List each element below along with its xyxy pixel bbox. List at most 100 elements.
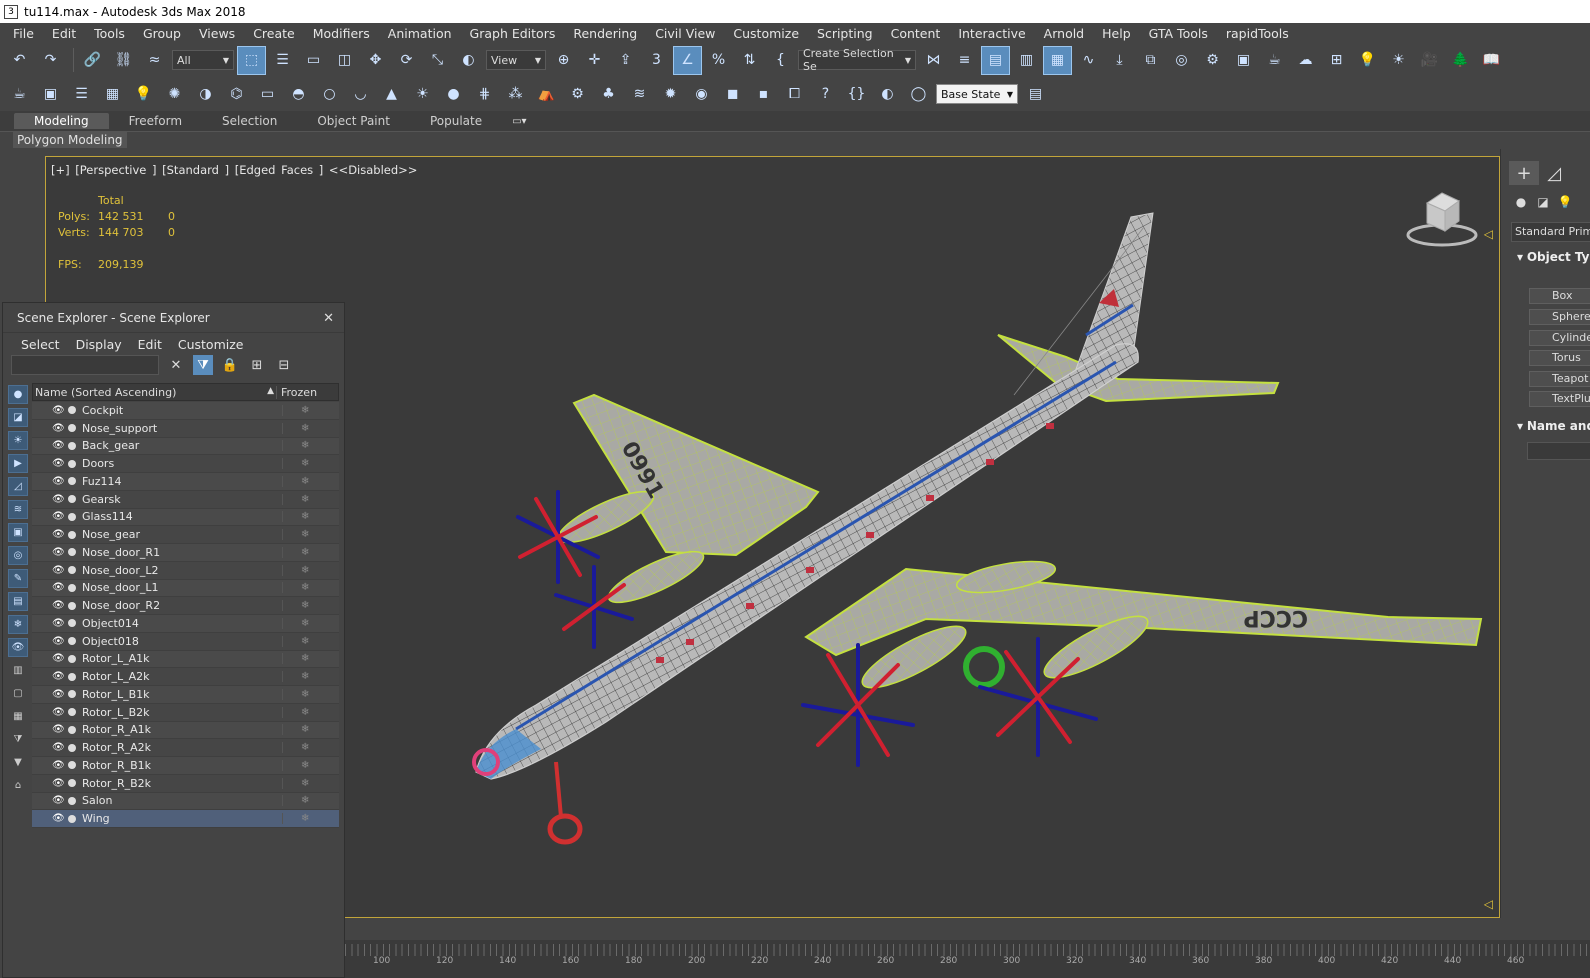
- render-toggle-icon[interactable]: [68, 654, 76, 663]
- particles-icon[interactable]: ⁂: [502, 81, 529, 108]
- name-and-color-rollout[interactable]: Name and Color: [1517, 419, 1590, 433]
- rendered-frame-window-icon[interactable]: ▣: [1230, 47, 1257, 74]
- scene-object-row[interactable]: 👁 Glass114 ❄: [32, 508, 339, 527]
- name-column-header[interactable]: Name (Sorted Ascending) ▲: [33, 385, 277, 399]
- scene-object-row[interactable]: 👁 Nose_door_R2 ❄: [32, 597, 339, 615]
- pivot-center-icon[interactable]: ⊕: [550, 47, 577, 74]
- menu-civil-view[interactable]: Civil View: [646, 26, 724, 41]
- scene-explorer-title-bar[interactable]: Scene Explorer - Scene Explorer ✕: [3, 303, 344, 333]
- freeze-toggle-icon[interactable]: ❄: [282, 458, 322, 470]
- torus-button[interactable]: Torus: [1529, 350, 1590, 366]
- visibility-eye-icon[interactable]: 👁: [52, 423, 66, 434]
- menu-gta-tools[interactable]: GTA Tools: [1140, 26, 1217, 41]
- filter-settings-icon[interactable]: ⧩: [8, 730, 28, 749]
- redo-icon[interactable]: ↷: [37, 47, 64, 74]
- scene-object-row[interactable]: 👁 Object018 ❄: [32, 632, 339, 651]
- tab-freeform[interactable]: Freeform: [109, 113, 202, 129]
- box-button[interactable]: Box: [1529, 288, 1590, 304]
- render-setup-icon[interactable]: ⚙: [1199, 47, 1226, 74]
- freeze-toggle-icon[interactable]: ❄: [282, 688, 322, 700]
- visibility-eye-icon[interactable]: 👁: [52, 547, 66, 558]
- freeze-toggle-icon[interactable]: ❄: [282, 546, 322, 558]
- time-slider-track[interactable]: 100 120 140 160 180 200 220 240 260 280 …: [345, 940, 1590, 978]
- menu-file[interactable]: File: [4, 26, 43, 41]
- render-toggle-icon[interactable]: [68, 406, 76, 415]
- visibility-eye-icon[interactable]: 👁: [52, 494, 66, 505]
- layer-icon[interactable]: ⊟: [274, 355, 294, 375]
- display-cameras-icon[interactable]: ▶: [8, 454, 28, 473]
- visibility-eye-icon[interactable]: 👁: [52, 405, 66, 416]
- tab-object-paint[interactable]: Object Paint: [297, 113, 410, 129]
- render-toggle-icon[interactable]: [68, 583, 76, 592]
- teapot-button[interactable]: Teapot: [1529, 371, 1590, 387]
- viewcube-icon[interactable]: [1405, 185, 1479, 249]
- hierarchy-icon[interactable]: ⊞: [247, 355, 267, 375]
- book-icon[interactable]: 📖: [1478, 47, 1505, 74]
- named-selection-sets-dropdown[interactable]: Create Selection Se ▼: [798, 47, 916, 73]
- freeze-toggle-icon[interactable]: ❄: [282, 724, 322, 736]
- select-by-name-icon[interactable]: ☰: [269, 47, 296, 74]
- menu-group[interactable]: Group: [134, 26, 190, 41]
- render-in-cloud-icon[interactable]: ⊞: [1323, 47, 1350, 74]
- robot-icon[interactable]: ⌬: [223, 81, 250, 108]
- place-icon[interactable]: ◐: [455, 47, 482, 74]
- display-all-icon[interactable]: ▥: [8, 661, 28, 680]
- bowl-icon[interactable]: ◡: [347, 81, 374, 108]
- tab-modeling[interactable]: Modeling: [14, 113, 109, 129]
- rectangular-selection-icon[interactable]: ▭: [300, 47, 327, 74]
- mesh-icon[interactable]: ⋕: [471, 81, 498, 108]
- blue-cube-icon[interactable]: ▪: [750, 81, 777, 108]
- lock-icon[interactable]: 🔒: [220, 355, 240, 375]
- visibility-eye-icon[interactable]: 👁: [52, 476, 66, 487]
- visibility-eye-icon[interactable]: 👁: [52, 778, 66, 789]
- selection-filter-dropdown[interactable]: All ▼: [172, 50, 234, 70]
- undo-icon[interactable]: ↶: [6, 47, 33, 74]
- object-type-rollout[interactable]: Object Type: [1517, 250, 1590, 264]
- scale-icon[interactable]: ⤡: [424, 47, 451, 74]
- rotate-icon[interactable]: ⟳: [393, 47, 420, 74]
- se-menu-customize[interactable]: Customize: [170, 337, 252, 352]
- scene-object-row[interactable]: 👁 Nose_door_L1 ❄: [32, 579, 339, 598]
- scene-object-row[interactable]: 👁 Doors ❄: [32, 455, 339, 473]
- funnel-icon[interactable]: ▼: [8, 753, 28, 772]
- render-toggle-icon[interactable]: [68, 796, 76, 805]
- schematic-view-icon[interactable]: ⧉: [1137, 47, 1164, 74]
- scene-object-row[interactable]: 👁 Object014 ❄: [32, 615, 339, 633]
- align-icon[interactable]: ≡: [951, 47, 978, 74]
- menu-rendering[interactable]: Rendering: [564, 26, 646, 41]
- reference-coordinate-dropdown[interactable]: View ▼: [486, 50, 546, 70]
- menu-customize[interactable]: Customize: [724, 26, 808, 41]
- grid-icon[interactable]: ▦: [99, 81, 126, 108]
- visibility-eye-icon[interactable]: 👁: [52, 707, 66, 718]
- sphere-icon[interactable]: ○: [316, 81, 343, 108]
- bind-space-warp-icon[interactable]: ≈: [141, 47, 168, 74]
- render-toggle-icon[interactable]: [68, 619, 76, 628]
- freeze-toggle-icon[interactable]: ❄: [282, 422, 322, 434]
- freeze-toggle-icon[interactable]: ❄: [282, 617, 322, 629]
- select-object-icon[interactable]: ⬚: [237, 45, 266, 75]
- menu-animation[interactable]: Animation: [379, 26, 461, 41]
- select-manipulate-icon[interactable]: ✛: [581, 47, 608, 74]
- lights-icon[interactable]: 💡: [1555, 195, 1575, 213]
- camera-icon[interactable]: 🎥: [1416, 47, 1443, 74]
- scene-object-row[interactable]: 👁 Nose_door_R1 ❄: [32, 544, 339, 562]
- angle-snap-icon[interactable]: ∠: [673, 45, 702, 75]
- freeze-toggle-icon[interactable]: ❄: [282, 671, 322, 683]
- scene-object-row[interactable]: 👁 Gearsk ❄: [32, 490, 339, 509]
- menu-edit[interactable]: Edit: [43, 26, 85, 41]
- tab-selection[interactable]: Selection: [202, 113, 297, 129]
- find-input[interactable]: [11, 355, 159, 375]
- render-toggle-icon[interactable]: [68, 548, 76, 557]
- display-hidden-icon[interactable]: 👁: [8, 638, 28, 657]
- render-toggle-icon[interactable]: [68, 743, 76, 752]
- visibility-eye-icon[interactable]: 👁: [52, 440, 66, 451]
- object-name-field[interactable]: [1527, 442, 1590, 460]
- modify-tab-icon[interactable]: ◿: [1539, 161, 1569, 185]
- scene-object-row[interactable]: 👁 Nose_door_L2 ❄: [32, 561, 339, 580]
- window-crossing-icon[interactable]: ◫: [331, 47, 358, 74]
- visibility-eye-icon[interactable]: 👁: [52, 529, 66, 540]
- display-bones-icon[interactable]: ✎: [8, 569, 28, 588]
- scene-object-row[interactable]: 👁 Wing ❄: [32, 810, 339, 828]
- primitive-type-dropdown[interactable]: Standard Primitives: [1511, 222, 1590, 242]
- visibility-eye-icon[interactable]: 👁: [52, 724, 66, 735]
